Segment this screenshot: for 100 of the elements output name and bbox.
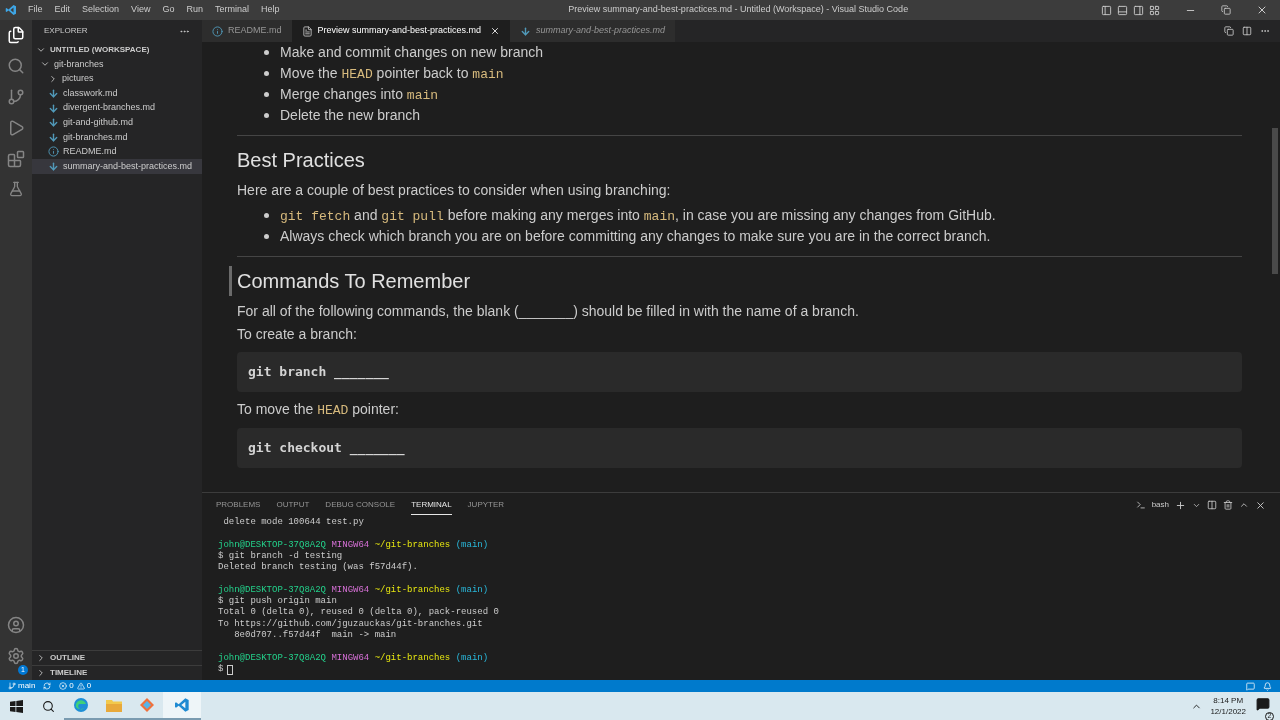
code-block: git checkout _______ [237, 428, 1242, 468]
list-item: Make and commit changes on new branch [280, 43, 544, 62]
tree-item[interactable]: README.md [32, 144, 202, 160]
panel-tab[interactable]: PROBLEMS [216, 496, 261, 514]
feedback-icon [1246, 681, 1255, 691]
restore-icon [1221, 5, 1231, 15]
terminal-line: To https://github.com/jguzauckas/git-branches.git [218, 618, 484, 630]
paragraph: To create a branch: [237, 326, 358, 342]
scrollbar[interactable] [1272, 128, 1278, 274]
error-icon [59, 682, 68, 690]
files-icon [7, 26, 25, 44]
panel-tab[interactable]: DEBUG CONSOLE [325, 496, 396, 514]
info-icon [212, 25, 223, 37]
terminal-prompt: john@DESKTOP-37Q8A2Q MINGW64 ~/git-branches (main) [218, 652, 490, 664]
close-icon [1256, 4, 1268, 16]
bullet-icon [264, 92, 269, 97]
panel-tab[interactable]: TERMINAL [411, 495, 452, 515]
terminal-icon [1135, 500, 1146, 510]
extensions-icon [7, 150, 25, 168]
download-arrow-icon [520, 25, 532, 37]
chevron-up-icon [1239, 500, 1249, 510]
terminal-line: Total 0 (delta 0), reused 0 (delta 0), pack-reused 0 [218, 607, 500, 619]
workspace-header[interactable]: UNTITLED (WORKSPACE) [32, 42, 202, 57]
notification-icon [1256, 697, 1270, 711]
bullet-icon [264, 213, 269, 218]
code-block: git branch _______ [237, 352, 1242, 392]
terminal-line: Deleted branch testing (was f57d44f). [218, 562, 419, 574]
download-arrow-icon [48, 102, 59, 114]
terminal-selector[interactable]: bash [1151, 499, 1169, 511]
tree-item[interactable]: git-branches [32, 57, 202, 72]
download-arrow-icon [48, 117, 59, 129]
tree-item[interactable]: git-branches.md [32, 129, 202, 145]
editor-tab[interactable]: summary-and-best-practices.md [510, 20, 676, 42]
split-icon [1207, 500, 1217, 510]
terminal-prompt: john@DESKTOP-37Q8A2Q MINGW64 ~/git-branches (main) [218, 584, 490, 596]
list-item: git fetch and git pull before making any merges into main, in case you are missing any changes from GitHub. [280, 205, 996, 226]
editor-tab[interactable]: README.md [202, 20, 292, 42]
clock-date: 12/1/2022 [1210, 706, 1246, 717]
download-arrow-icon [48, 131, 59, 143]
section-heading: Best Practices [237, 148, 365, 173]
panel-tab[interactable]: OUTPUT [276, 496, 310, 514]
info-icon [48, 146, 59, 158]
close-icon [1255, 499, 1266, 511]
secondary-sidebar-icon [1133, 4, 1144, 16]
terminal-prompt: john@DESKTOP-37Q8A2Q MINGW64 ~/git-branches (main) [218, 539, 490, 551]
menu-item[interactable]: Run [180, 3, 209, 17]
bullet-icon [264, 71, 269, 76]
list-item: Delete the new branch [280, 106, 421, 125]
paragraph: Here are a couple of best practices to consider when using branching: [237, 182, 672, 198]
tree-item[interactable]: summary-and-best-practices.md [32, 159, 202, 174]
list-item: Move the HEAD pointer back to main [280, 63, 504, 84]
bell-icon [1263, 681, 1272, 691]
terminal-line: delete mode 100644 test.py [222, 517, 365, 529]
list-item: Merge changes into main [280, 84, 439, 105]
panel-tab[interactable]: JUPYTER [467, 496, 505, 514]
split-editor-icon [1242, 26, 1252, 36]
trash-icon [1223, 500, 1233, 510]
sidebar-title: EXPLORER [44, 25, 88, 37]
editor-tab[interactable]: Preview summary-and-best-practices.md [291, 20, 511, 42]
terminal-line: 8e0d707..f57d44f main -> main [233, 629, 398, 642]
download-arrow-icon [48, 88, 59, 99]
terminal-line: $ git push origin main [218, 596, 338, 607]
menu-item[interactable]: Help [254, 3, 286, 17]
section-heading: Commands To Remember [237, 269, 471, 294]
clock-time: 8:14 PM [1213, 695, 1244, 706]
paragraph: For all of the following commands, the blank (_______) should be filled in with the name of a branch. [237, 303, 860, 319]
branch-indicator[interactable]: main [18, 680, 36, 692]
panel-toggle-icon [1117, 4, 1128, 16]
tree-item[interactable]: pictures [32, 71, 202, 87]
warning-count[interactable]: 0 [86, 680, 92, 692]
plus-icon [1175, 499, 1186, 511]
branch-icon [8, 682, 16, 690]
sync-icon [43, 682, 52, 690]
menu-item[interactable]: Selection [76, 3, 126, 17]
menu-item[interactable]: View [125, 3, 157, 17]
window-title: Preview summary-and-best-practices.md - Untitled (Workspace) - Visual Studio Code [567, 3, 910, 17]
sidebar-toggle-icon [1101, 4, 1112, 16]
vscode-icon [163, 692, 201, 720]
list-item: Always check which branch you are on before committing any changes to make sure you are in the correct branch. [280, 227, 991, 246]
menu-item[interactable]: Edit [48, 3, 77, 17]
menu-item[interactable]: File [22, 3, 49, 17]
preview-icon [301, 25, 313, 37]
download-arrow-icon [48, 160, 59, 172]
terminal-line: $ git branch -d testing [218, 550, 344, 562]
chevron-right-icon [48, 73, 58, 84]
section-header[interactable]: OUTLINE [32, 650, 202, 665]
run-debug-icon [7, 119, 25, 137]
menu-item[interactable]: Go [156, 3, 181, 17]
error-count[interactable]: 0 [69, 680, 74, 692]
terminal-line: $ [218, 663, 224, 676]
tree-item[interactable]: divergent-branches.md [32, 100, 202, 116]
menu-item[interactable]: Terminal [208, 3, 255, 17]
warning-icon [76, 682, 85, 690]
tree-item[interactable]: git-and-github.md [32, 115, 202, 130]
flask-icon [8, 181, 24, 197]
layout-icon [1149, 4, 1160, 16]
bullet-icon [264, 234, 269, 239]
close-icon [490, 26, 501, 36]
source-control-icon [7, 88, 25, 106]
tree-item[interactable]: classwork.md [32, 86, 202, 101]
